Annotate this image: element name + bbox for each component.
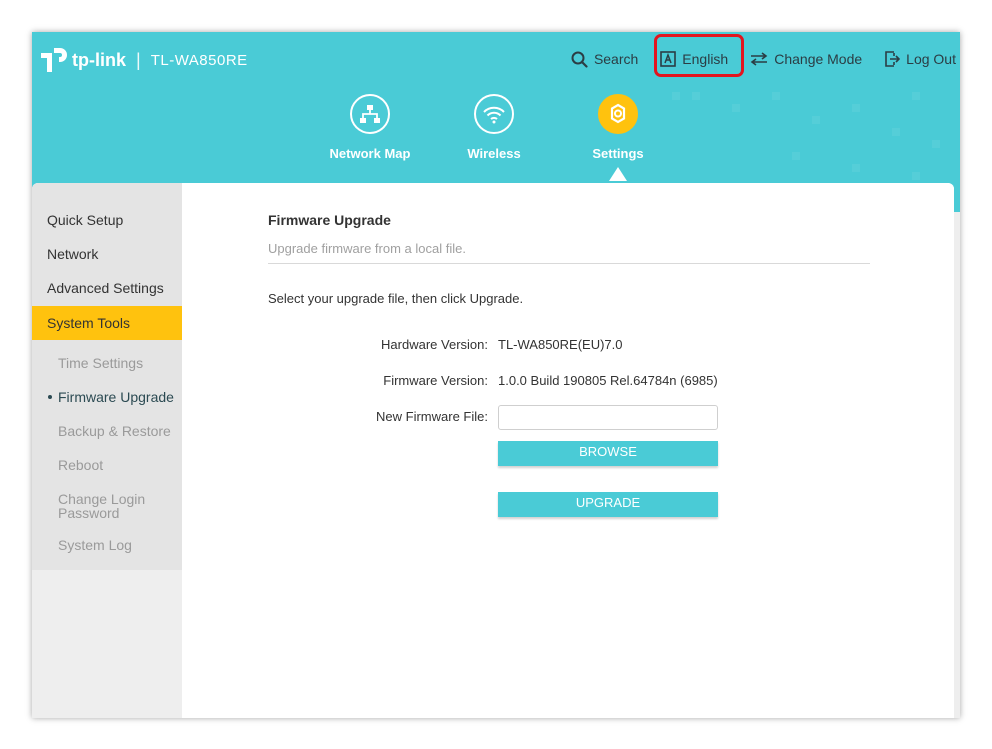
tab-wireless[interactable]: Wireless <box>439 94 549 161</box>
sidebar-item-system-tools[interactable]: System Tools <box>32 306 182 340</box>
sidebar-subitem-firmware-upgrade[interactable]: Firmware Upgrade <box>32 390 182 404</box>
change-mode-label: Change Mode <box>774 51 863 67</box>
main-content: Firmware Upgrade Upgrade firmware from a… <box>182 183 954 718</box>
language-label: English <box>682 51 729 67</box>
tab-settings[interactable]: Settings <box>563 94 673 161</box>
tab-network-map[interactable]: Network Map <box>315 94 425 161</box>
brand-name: tp-link <box>72 49 126 70</box>
settings-gear-icon <box>598 94 638 134</box>
sidebar-item-advanced-settings[interactable]: Advanced Settings <box>32 271 182 305</box>
firmware-version-value: 1.0.0 Build 190805 Rel.64784n (6985) <box>498 373 718 388</box>
sidebar-subitem-change-login-password[interactable]: Change Login Password <box>32 492 182 520</box>
sidebar-item-quick-setup[interactable]: Quick Setup <box>32 203 182 237</box>
search-button[interactable]: Search <box>571 51 638 68</box>
language-icon <box>660 51 677 67</box>
settings-label: Settings <box>592 146 644 161</box>
logout-label: Log Out <box>906 51 956 67</box>
change-login-label-line2: Password <box>58 505 120 521</box>
sidebar-subitem-system-log[interactable]: System Log <box>32 538 182 552</box>
model-name: TL-WA850RE <box>150 51 248 69</box>
sidebar-subitem-reboot[interactable]: Reboot <box>32 458 182 472</box>
change-login-label-line1: Change Login <box>58 491 146 507</box>
sidebar-item-network[interactable]: Network <box>32 237 182 271</box>
active-tab-pointer <box>609 167 627 181</box>
wireless-label: Wireless <box>467 146 521 161</box>
upgrade-button[interactable]: UPGRADE <box>498 492 718 517</box>
wireless-icon <box>474 94 514 134</box>
change-mode-button[interactable]: Change Mode <box>750 51 862 67</box>
network-map-icon <box>350 94 390 134</box>
firmware-upgrade-label: Firmware Upgrade <box>58 389 174 405</box>
tp-link-logo-icon <box>41 48 67 72</box>
section-divider <box>268 263 870 264</box>
change-mode-icon <box>750 52 768 66</box>
search-label: Search <box>593 51 639 67</box>
browse-button[interactable]: BROWSE <box>498 441 718 466</box>
page-title: Firmware Upgrade <box>268 212 391 228</box>
browser-window: tp-link | TL-WA850RE Search English Chan… <box>32 32 960 718</box>
brand-logo: tp-link | TL-WA850RE <box>38 42 248 78</box>
sidebar-subitem-time-settings[interactable]: Time Settings <box>32 356 182 370</box>
content-panel: Quick Setup Network Advanced Settings Sy… <box>32 183 954 718</box>
selected-bullet-icon <box>48 395 52 399</box>
new-firmware-file-input[interactable] <box>498 405 718 430</box>
logout-button[interactable]: Log Out <box>884 51 956 67</box>
search-icon <box>571 51 588 68</box>
firmware-version-label: Firmware Version: <box>383 373 488 388</box>
top-navigation: Search English Change Mode Log Out <box>571 46 960 72</box>
sidebar-subitem-backup-restore[interactable]: Backup & Restore <box>32 424 182 438</box>
new-firmware-file-label: New Firmware File: <box>376 409 488 424</box>
sidebar: Quick Setup Network Advanced Settings Sy… <box>32 183 182 718</box>
page-description: Upgrade firmware from a local file. <box>268 241 466 256</box>
hardware-version-label: Hardware Version: <box>381 337 488 352</box>
language-button[interactable]: English <box>660 51 728 67</box>
instruction-text: Select your upgrade file, then click Upg… <box>268 291 524 306</box>
logout-icon <box>885 51 901 67</box>
sidebar-menu: Quick Setup Network Advanced Settings Sy… <box>32 183 182 570</box>
network-map-label: Network Map <box>329 146 411 161</box>
brand-separator: | <box>136 49 141 70</box>
hardware-version-value: TL-WA850RE(EU)7.0 <box>498 337 623 352</box>
